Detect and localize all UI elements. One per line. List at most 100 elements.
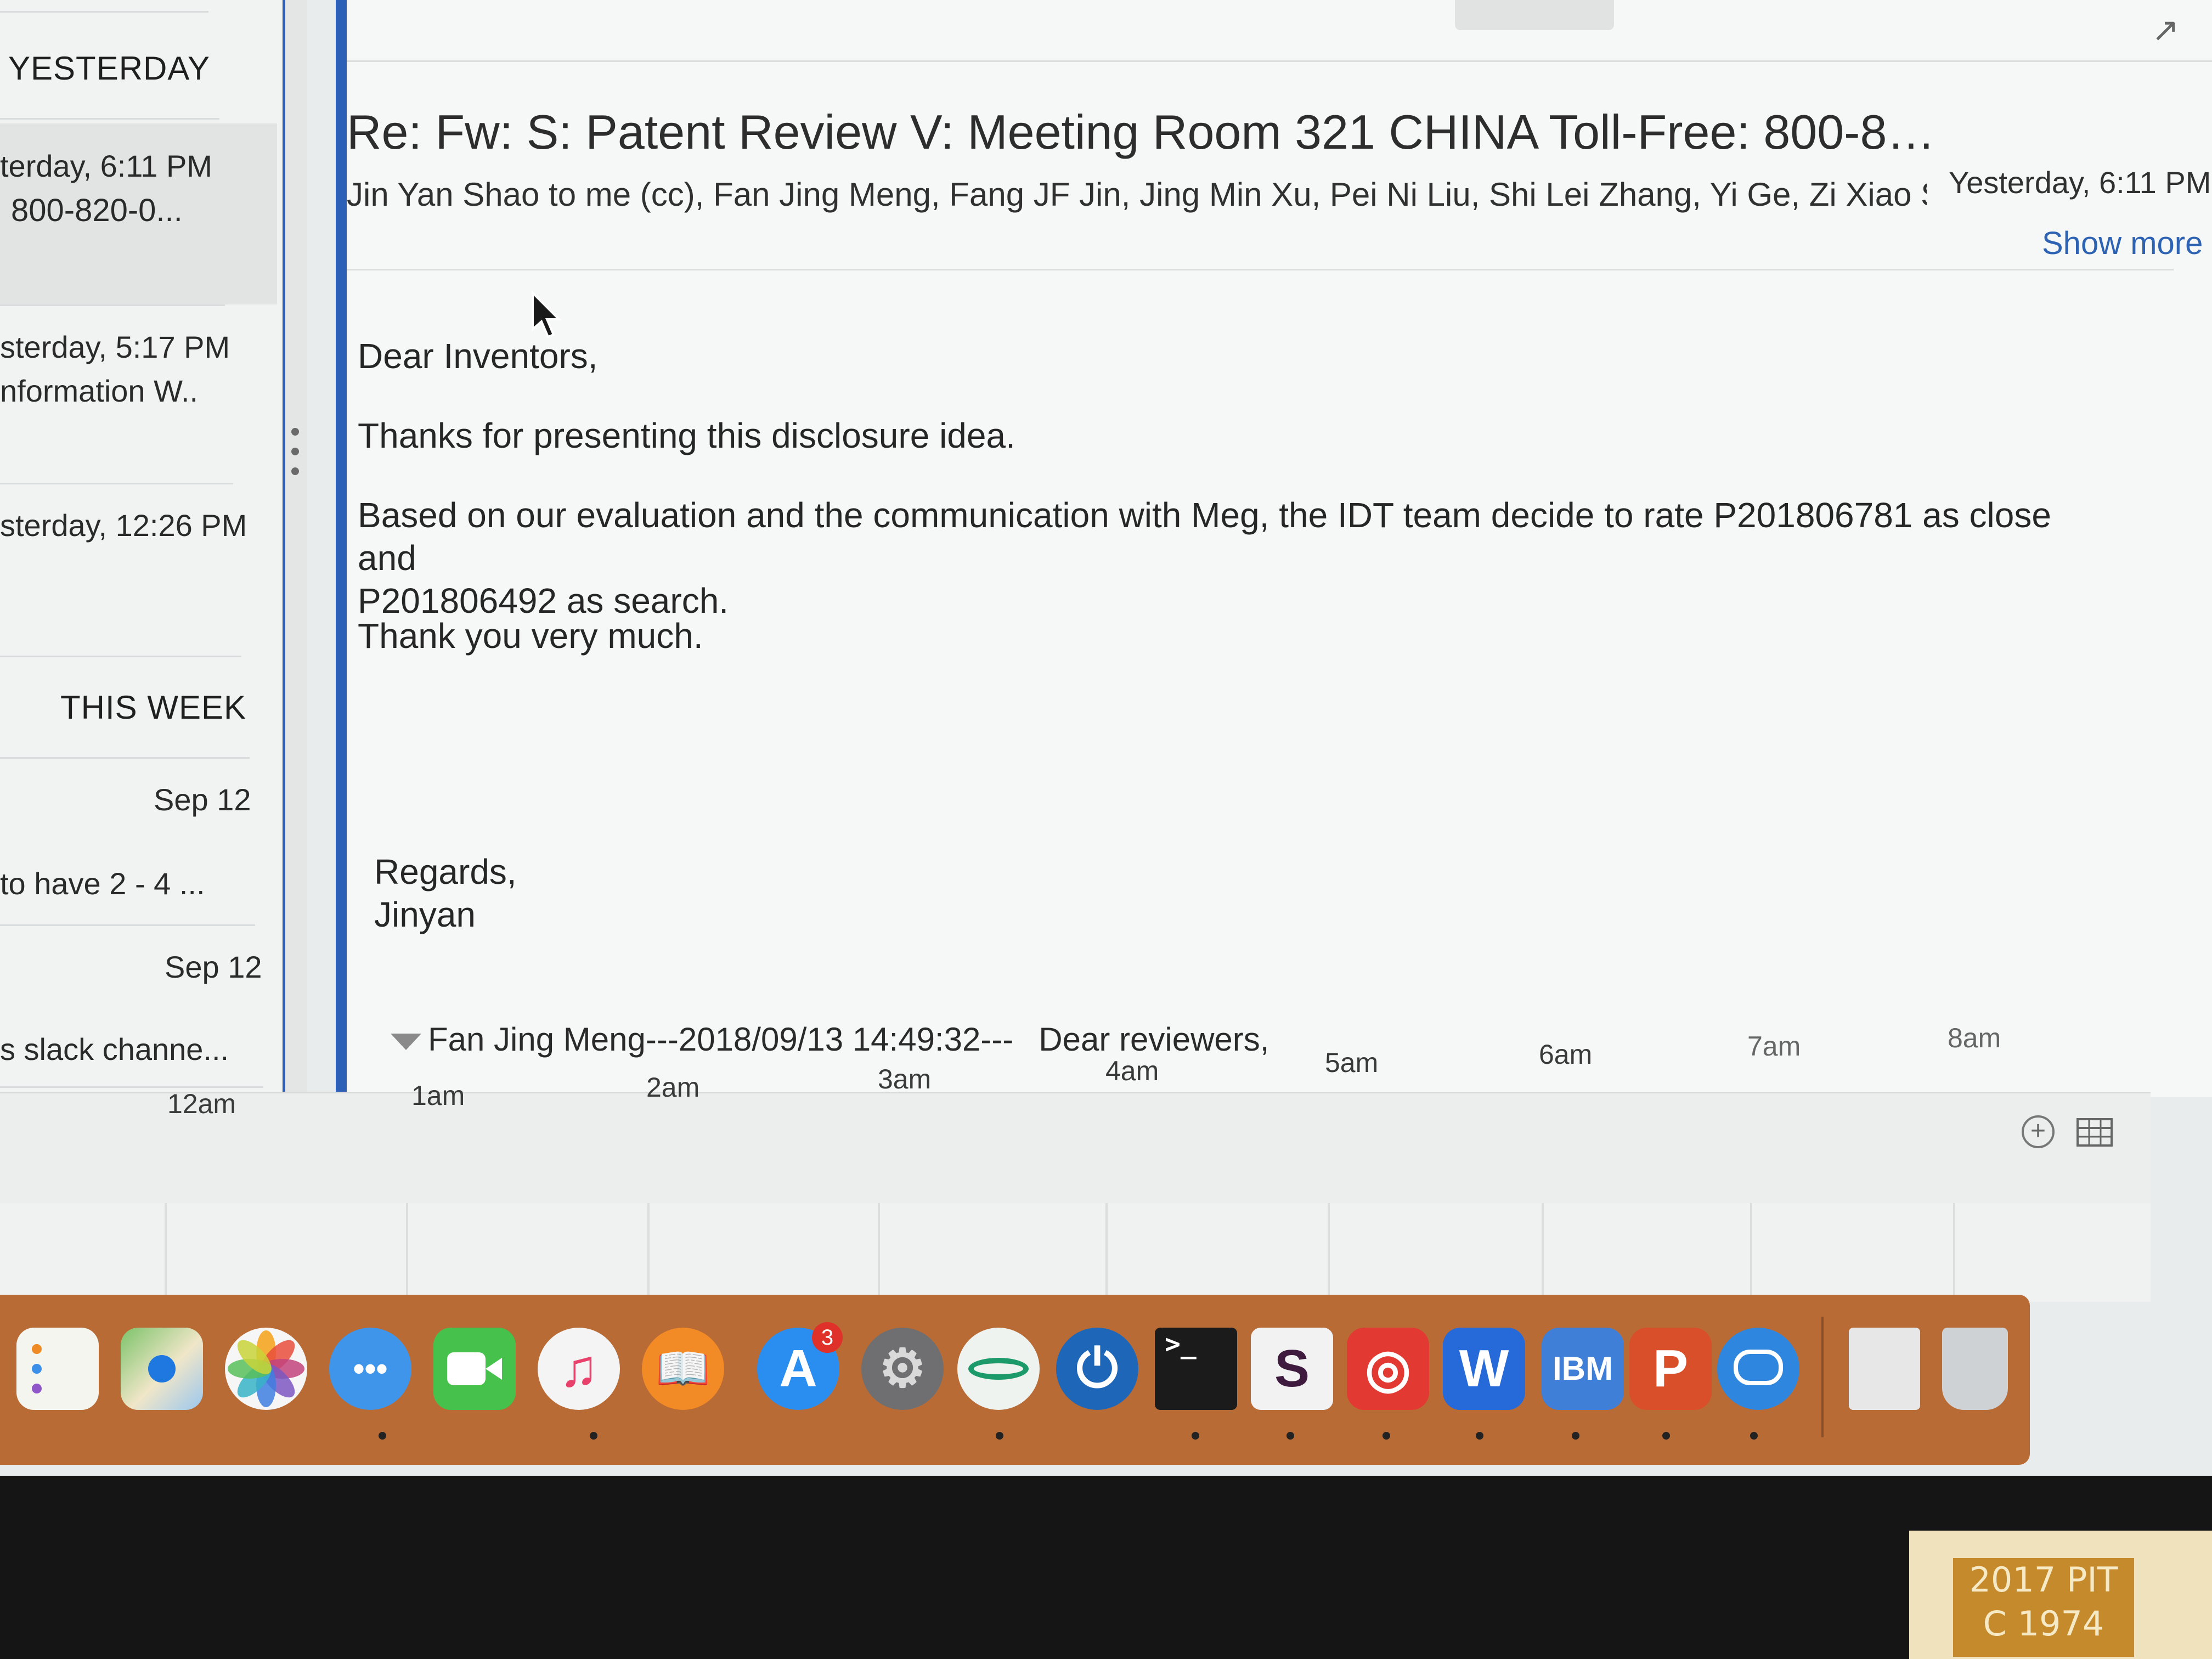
- mouse-cursor-icon: [532, 291, 562, 338]
- body-paragraph: Thanks for presenting this disclosure id…: [358, 416, 1015, 455]
- quoted-message-toggle[interactable]: Fan Jing Meng---2018/09/13 14:49:32--- De…: [391, 1020, 1269, 1058]
- hour-label: 1am: [411, 1080, 465, 1111]
- list-item-time[interactable]: terday, 6:11 PM: [0, 148, 212, 184]
- hour-gridline: [1953, 1203, 1955, 1302]
- running-indicator: [379, 1432, 386, 1440]
- hour-label: 5am: [1325, 1047, 1379, 1078]
- hour-label: 8am: [1948, 1023, 2001, 1053]
- greeting-text: Dear Inventors,: [358, 336, 598, 376]
- dock-separator: [1821, 1317, 1824, 1437]
- split-divider[interactable]: [285, 0, 307, 1097]
- calendar-toolbar: +: [0, 1093, 2151, 1203]
- list-separator: [0, 11, 208, 13]
- section-header-yesterday: YESTERDAY: [8, 50, 210, 87]
- quoted-preview: Dear reviewers,: [1039, 1021, 1269, 1058]
- message-toolbar: ↗: [347, 0, 2212, 62]
- list-separator: [0, 924, 255, 926]
- list-item-preview[interactable]: s slack channe...: [0, 1031, 229, 1067]
- sticker-line: 2017 PIT: [1969, 1560, 2118, 1600]
- list-item-time[interactable]: sterday, 5:17 PM: [0, 329, 230, 365]
- list-separator: [0, 118, 219, 120]
- reading-pane: ↗ Re: Fw: S: Patent Review V: Meeting Ro…: [347, 0, 2212, 1097]
- reminders-icon[interactable]: [16, 1328, 99, 1410]
- notes-file-icon[interactable]: [1849, 1328, 1920, 1410]
- list-separator: [0, 304, 225, 306]
- inbox-folder-button[interactable]: [1455, 0, 1614, 30]
- asset-sticker: 2017 PIT C 1974: [1909, 1531, 2212, 1659]
- list-item-time[interactable]: Sep 12: [165, 949, 262, 985]
- list-separator: [0, 656, 241, 657]
- hour-label: 3am: [878, 1064, 932, 1094]
- signature: Regards, Jinyan: [374, 852, 517, 934]
- running-indicator: [1572, 1432, 1579, 1440]
- message-subject: Re: Fw: S: Patent Review V: Meeting Room…: [347, 105, 1943, 159]
- facetime-icon[interactable]: [433, 1328, 516, 1410]
- body-paragraph: Thank you very much.: [358, 616, 703, 656]
- list-separator: [0, 757, 250, 759]
- hour-gridline: [1750, 1203, 1752, 1302]
- hour-gridline: [878, 1203, 880, 1302]
- screen: YESTERDAY terday, 6:11 PM 800-820-0... s…: [0, 0, 2212, 1476]
- show-more-link[interactable]: Show more: [2042, 225, 2203, 262]
- running-indicator: [996, 1432, 1003, 1440]
- hour-gridline: [406, 1203, 408, 1302]
- list-item-time[interactable]: sterday, 12:26 PM: [0, 507, 247, 543]
- split-handle-icon[interactable]: [289, 428, 301, 477]
- running-indicator: [1476, 1432, 1483, 1440]
- system-preferences-icon[interactable]: ⚙: [861, 1328, 944, 1410]
- running-indicator: [1383, 1432, 1390, 1440]
- hour-gridline: [165, 1203, 167, 1302]
- slack-icon[interactable]: S: [1251, 1328, 1333, 1410]
- itunes-icon[interactable]: ♫: [538, 1328, 620, 1410]
- messages-icon[interactable]: •••: [329, 1328, 411, 1410]
- list-separator: [0, 483, 233, 484]
- photos-icon[interactable]: [225, 1328, 307, 1410]
- quoted-header: Fan Jing Meng---2018/09/13 14:49:32---: [428, 1021, 1014, 1058]
- app-store-icon[interactable]: A 3: [757, 1322, 843, 1410]
- browser-icon[interactable]: [957, 1328, 1040, 1410]
- message-recipients: Jin Yan Shao to me (cc), Fan Jing Meng, …: [347, 176, 1927, 213]
- mail-list: YESTERDAY terday, 6:11 PM 800-820-0... s…: [0, 0, 285, 1097]
- hour-gridline: [1105, 1203, 1108, 1302]
- ibm-app-icon[interactable]: IBM: [1542, 1328, 1624, 1410]
- powerpoint-icon[interactable]: P: [1629, 1328, 1712, 1410]
- sticker-line: C 1974: [1983, 1604, 2104, 1644]
- notification-badge: 3: [812, 1322, 843, 1353]
- word-icon[interactable]: W: [1443, 1328, 1525, 1410]
- conversation-accent-bar: [336, 0, 347, 1097]
- section-header-this-week: THIS WEEK: [60, 689, 247, 726]
- list-item-preview[interactable]: 800-820-0...: [11, 192, 183, 229]
- expand-icon[interactable]: ↗: [2152, 14, 2185, 47]
- running-indicator: [1286, 1432, 1294, 1440]
- list-item-time[interactable]: Sep 12: [154, 782, 251, 817]
- netease-music-icon[interactable]: ◎: [1347, 1328, 1429, 1410]
- running-indicator: [1192, 1432, 1199, 1440]
- hour-label: 6am: [1539, 1039, 1593, 1070]
- power-icon[interactable]: ⏻: [1056, 1328, 1138, 1410]
- running-indicator: [590, 1432, 597, 1440]
- disclosure-triangle-icon[interactable]: [391, 1034, 421, 1051]
- running-indicator: [1662, 1432, 1670, 1440]
- hour-label: 12am: [167, 1088, 236, 1119]
- chat-icon[interactable]: [1717, 1328, 1799, 1410]
- laptop-bezel: [0, 1476, 2212, 1659]
- hour-label: 7am: [1747, 1031, 1801, 1062]
- maps-icon[interactable]: [121, 1328, 203, 1410]
- calendar-strip: + 12am 1am 2am 3am 4am 5am 6am 7am 8am: [0, 1023, 2151, 1302]
- list-item-preview[interactable]: nformation W..: [0, 373, 198, 409]
- list-item-preview[interactable]: to have 2 - 4 ...: [0, 866, 205, 901]
- hour-gridline: [647, 1203, 650, 1302]
- asset-sticker-label: 2017 PIT C 1974: [1953, 1558, 2134, 1657]
- calendar-grid-icon[interactable]: [2076, 1118, 2113, 1147]
- books-icon[interactable]: 📖: [642, 1328, 724, 1410]
- running-indicator: [1750, 1432, 1758, 1440]
- terminal-icon[interactable]: >_: [1155, 1328, 1237, 1410]
- hour-gridline: [1328, 1203, 1330, 1302]
- hour-gridline: [1542, 1203, 1544, 1302]
- trash-icon[interactable]: [1942, 1328, 2008, 1410]
- add-event-icon[interactable]: +: [2022, 1115, 2055, 1148]
- hour-label: 2am: [646, 1072, 700, 1103]
- body-paragraph: Based on our evaluation and the communic…: [358, 495, 2051, 620]
- header-separator: [347, 269, 2174, 270]
- message-date: Yesterday, 6:11 PM: [1949, 165, 2211, 200]
